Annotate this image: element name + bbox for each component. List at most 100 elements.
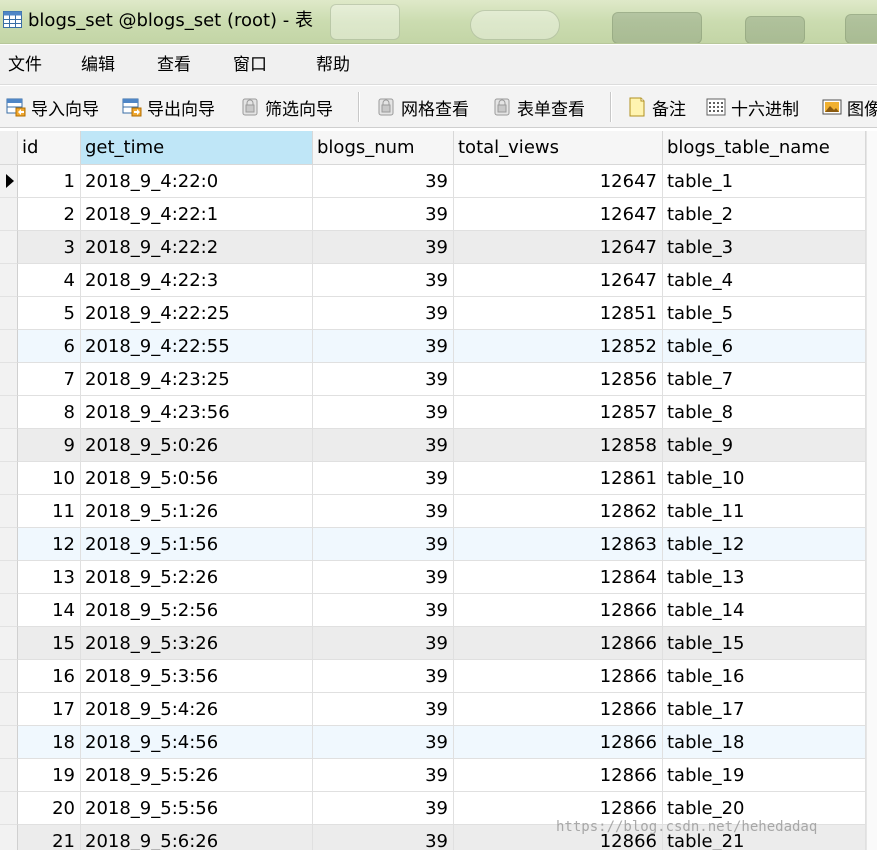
cell-blogs-num[interactable]: 39 xyxy=(313,396,454,429)
cell-total-views[interactable]: 12866 xyxy=(454,594,663,627)
cell-get-time[interactable]: 2018_9_4:23:56 xyxy=(81,396,313,429)
cell-id[interactable]: 15 xyxy=(18,627,81,660)
cell-blogs-table-name[interactable]: table_6 xyxy=(663,330,866,363)
row-selector[interactable] xyxy=(0,429,18,462)
cell-blogs-num[interactable]: 39 xyxy=(313,264,454,297)
cell-blogs-num[interactable]: 39 xyxy=(313,495,454,528)
row-selector[interactable] xyxy=(0,330,18,363)
table-row[interactable]: 19 2018_9_5:5:26 39 12866 table_19 xyxy=(18,759,866,792)
form-view-button[interactable]: 表单查看 xyxy=(492,95,585,120)
table-row[interactable]: 7 2018_9_4:23:25 39 12856 table_7 xyxy=(18,363,866,396)
cell-total-views[interactable]: 12863 xyxy=(454,528,663,561)
cell-blogs-table-name[interactable]: table_18 xyxy=(663,726,866,759)
cell-get-time[interactable]: 2018_9_4:23:25 xyxy=(81,363,313,396)
cell-get-time[interactable]: 2018_9_4:22:0 xyxy=(81,165,313,198)
column-header-total-views[interactable]: total_views xyxy=(454,131,663,165)
cell-blogs-table-name[interactable]: table_16 xyxy=(663,660,866,693)
cell-id[interactable]: 8 xyxy=(18,396,81,429)
cell-blogs-table-name[interactable]: table_8 xyxy=(663,396,866,429)
cell-total-views[interactable]: 12647 xyxy=(454,198,663,231)
row-selector[interactable] xyxy=(0,528,18,561)
cell-total-views[interactable]: 12852 xyxy=(454,330,663,363)
row-selector[interactable] xyxy=(0,825,18,850)
hex-button[interactable]: 十六进制 xyxy=(706,95,799,120)
cell-blogs-num[interactable]: 39 xyxy=(313,330,454,363)
cell-blogs-num[interactable]: 39 xyxy=(313,231,454,264)
cell-blogs-table-name[interactable]: table_19 xyxy=(663,759,866,792)
cell-blogs-table-name[interactable]: table_15 xyxy=(663,627,866,660)
row-selector[interactable] xyxy=(0,660,18,693)
cell-blogs-table-name[interactable]: table_17 xyxy=(663,693,866,726)
cell-blogs-table-name[interactable]: table_9 xyxy=(663,429,866,462)
current-row-indicator[interactable] xyxy=(0,165,18,198)
cell-total-views[interactable]: 12866 xyxy=(454,627,663,660)
cell-get-time[interactable]: 2018_9_5:2:26 xyxy=(81,561,313,594)
cell-get-time[interactable]: 2018_9_5:4:26 xyxy=(81,693,313,726)
cell-blogs-num[interactable]: 39 xyxy=(313,759,454,792)
cell-blogs-num[interactable]: 39 xyxy=(313,561,454,594)
table-row[interactable]: 18 2018_9_5:4:56 39 12866 table_18 xyxy=(18,726,866,759)
cell-get-time[interactable]: 2018_9_4:22:25 xyxy=(81,297,313,330)
row-selector[interactable] xyxy=(0,396,18,429)
cell-id[interactable]: 9 xyxy=(18,429,81,462)
cell-id[interactable]: 17 xyxy=(18,693,81,726)
cell-total-views[interactable]: 12647 xyxy=(454,165,663,198)
menu-help[interactable]: 帮助 xyxy=(316,54,350,76)
column-header-id[interactable]: id xyxy=(18,131,81,165)
cell-get-time[interactable]: 2018_9_5:3:26 xyxy=(81,627,313,660)
row-selector[interactable] xyxy=(0,363,18,396)
cell-total-views[interactable]: 12857 xyxy=(454,396,663,429)
memo-button[interactable]: 备注 xyxy=(627,95,686,120)
table-row[interactable]: 17 2018_9_5:4:26 39 12866 table_17 xyxy=(18,693,866,726)
cell-blogs-table-name[interactable]: table_3 xyxy=(663,231,866,264)
cell-id[interactable]: 2 xyxy=(18,198,81,231)
cell-id[interactable]: 20 xyxy=(18,792,81,825)
table-row[interactable]: 14 2018_9_5:2:56 39 12866 table_14 xyxy=(18,594,866,627)
cell-blogs-num[interactable]: 39 xyxy=(313,627,454,660)
row-selector[interactable] xyxy=(0,693,18,726)
cell-get-time[interactable]: 2018_9_5:0:26 xyxy=(81,429,313,462)
cell-id[interactable]: 19 xyxy=(18,759,81,792)
cell-blogs-table-name[interactable]: table_4 xyxy=(663,264,866,297)
table-row[interactable]: 15 2018_9_5:3:26 39 12866 table_15 xyxy=(18,627,866,660)
table-row[interactable]: 12 2018_9_5:1:56 39 12863 table_12 xyxy=(18,528,866,561)
cell-blogs-num[interactable]: 39 xyxy=(313,429,454,462)
cell-blogs-table-name[interactable]: table_5 xyxy=(663,297,866,330)
cell-id[interactable]: 7 xyxy=(18,363,81,396)
grid-view-button[interactable]: 网格查看 xyxy=(376,95,469,120)
table-row[interactable]: 11 2018_9_5:1:26 39 12862 table_11 xyxy=(18,495,866,528)
row-selector[interactable] xyxy=(0,198,18,231)
cell-get-time[interactable]: 2018_9_5:3:56 xyxy=(81,660,313,693)
cell-id[interactable]: 6 xyxy=(18,330,81,363)
cell-get-time[interactable]: 2018_9_4:22:55 xyxy=(81,330,313,363)
table-row[interactable]: 3 2018_9_4:22:2 39 12647 table_3 xyxy=(18,231,866,264)
cell-id[interactable]: 4 xyxy=(18,264,81,297)
cell-id[interactable]: 10 xyxy=(18,462,81,495)
column-header-get-time[interactable]: get_time xyxy=(81,131,313,165)
cell-total-views[interactable]: 12851 xyxy=(454,297,663,330)
cell-get-time[interactable]: 2018_9_5:1:26 xyxy=(81,495,313,528)
cell-id[interactable]: 5 xyxy=(18,297,81,330)
cell-total-views[interactable]: 12866 xyxy=(454,759,663,792)
column-header-blogs-num[interactable]: blogs_num xyxy=(313,131,454,165)
cell-blogs-table-name[interactable]: table_1 xyxy=(663,165,866,198)
cell-id[interactable]: 12 xyxy=(18,528,81,561)
cell-get-time[interactable]: 2018_9_5:1:56 xyxy=(81,528,313,561)
cell-blogs-num[interactable]: 39 xyxy=(313,792,454,825)
row-selector[interactable] xyxy=(0,495,18,528)
cell-blogs-num[interactable]: 39 xyxy=(313,462,454,495)
cell-total-views[interactable]: 12862 xyxy=(454,495,663,528)
cell-total-views[interactable]: 12866 xyxy=(454,660,663,693)
cell-blogs-num[interactable]: 39 xyxy=(313,825,454,850)
cell-total-views[interactable]: 12647 xyxy=(454,231,663,264)
table-row[interactable]: 13 2018_9_5:2:26 39 12864 table_13 xyxy=(18,561,866,594)
row-selector[interactable] xyxy=(0,726,18,759)
cell-get-time[interactable]: 2018_9_4:22:1 xyxy=(81,198,313,231)
cell-total-views[interactable]: 12858 xyxy=(454,429,663,462)
menu-window[interactable]: 窗口 xyxy=(233,54,267,76)
cell-get-time[interactable]: 2018_9_5:5:56 xyxy=(81,792,313,825)
table-row[interactable]: 1 2018_9_4:22:0 39 12647 table_1 xyxy=(18,165,866,198)
cell-blogs-table-name[interactable]: table_12 xyxy=(663,528,866,561)
cell-id[interactable]: 18 xyxy=(18,726,81,759)
cell-total-views[interactable]: 12861 xyxy=(454,462,663,495)
